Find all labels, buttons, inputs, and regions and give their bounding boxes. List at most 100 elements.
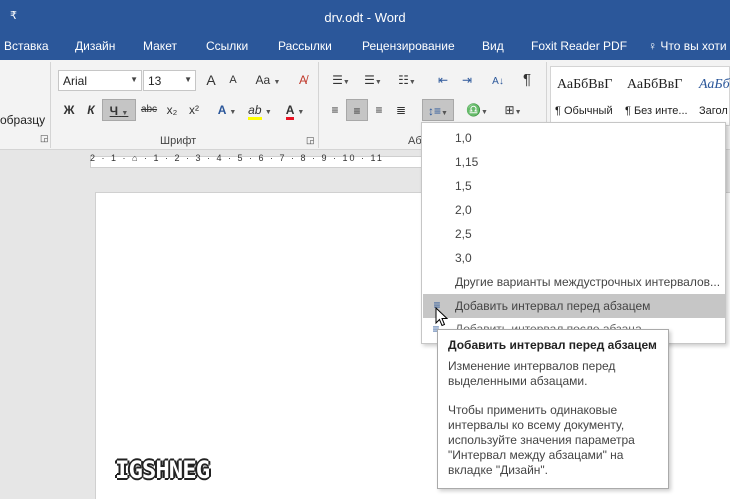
tooltip-detail: Чтобы применить одинаковые интервалы ко … [448, 403, 635, 477]
decrease-indent-button[interactable]: ⇤ [432, 69, 454, 91]
shrink-font-button[interactable]: A [222, 69, 244, 91]
font-launcher-icon[interactable]: ◲ [306, 135, 315, 146]
tab-foxit[interactable]: Foxit Reader PDF [531, 39, 627, 53]
font-size-combo[interactable]: 13 ▼ [143, 70, 196, 91]
increase-indent-button[interactable]: ⇥ [456, 69, 478, 91]
ribbon-tabs: Вставка Дизайн Макет Ссылки Рассылки Рец… [0, 33, 730, 60]
borders-icon: ⊞ [504, 103, 515, 117]
font-shrink-icon: A [229, 74, 237, 86]
style-heading-preview[interactable]: АаБб [699, 77, 730, 93]
line-spacing-option[interactable]: 1,0 [455, 131, 472, 145]
styles-gallery: АаБбВвГ ¶ Обычный АаБбВвГ ¶ Без инте... … [550, 66, 730, 126]
font-size-value: 13 [148, 74, 162, 88]
align-right-icon: ≡ [375, 103, 383, 117]
watermark-logo: IGSHNEG [115, 456, 210, 484]
style-nospacing-preview[interactable]: АаБбВвГ [627, 77, 682, 93]
grow-font-button[interactable]: A [200, 69, 222, 91]
justify-icon: ≣ [395, 103, 407, 117]
subscript-button[interactable]: x₂ [161, 99, 183, 121]
superscript-button[interactable]: x² [183, 99, 205, 121]
add-space-before-item[interactable]: ≡ Добавить интервал перед абзацем [423, 294, 725, 318]
font-color-button[interactable]: A ▼ [280, 99, 310, 121]
underline-icon: Ч [109, 104, 119, 118]
group-separator [50, 62, 51, 148]
lightbulb-icon: ♀ [648, 39, 657, 53]
tooltip: Добавить интервал перед абзацем Изменени… [437, 329, 669, 489]
text-effects-icon: A [217, 103, 226, 117]
align-left-button[interactable]: ≡ [324, 99, 346, 121]
line-spacing-button[interactable]: ↕≡▼ [422, 99, 454, 121]
line-spacing-option[interactable]: 2,0 [455, 203, 472, 217]
line-spacing-menu: 1,0 1,15 1,5 2,0 2,5 3,0 Другие варианты… [421, 122, 726, 344]
highlight-button[interactable]: ab ▼ [245, 99, 275, 121]
change-case-button[interactable]: Aa ▼ [252, 69, 284, 91]
title-bar: ₹ drv.odt - Word [0, 0, 730, 33]
italic-icon: К [87, 103, 95, 117]
italic-button[interactable]: К [80, 99, 102, 121]
style-normal-preview[interactable]: АаБбВвГ [557, 77, 612, 93]
window-title: drv.odt - Word [324, 10, 406, 25]
ruler-scale: 2 · 1 · ⌂ · 1 · 2 · 3 · 4 · 5 · 6 · 7 · … [90, 153, 384, 163]
highlighter-icon: ab [248, 103, 262, 120]
strikethrough-icon: abc [140, 104, 158, 115]
tab-design[interactable]: Дизайн [75, 39, 115, 53]
superscript-icon: x² [189, 103, 199, 117]
subscript-icon: x₂ [166, 103, 178, 117]
chevron-down-icon: ▼ [184, 75, 192, 84]
tab-view[interactable]: Вид [482, 39, 504, 53]
tab-references[interactable]: Ссылки [206, 39, 248, 53]
multilevel-list-icon: ☷ [398, 73, 409, 87]
tell-me-box[interactable]: ♀ Что вы хоти [648, 39, 727, 53]
tab-mailings[interactable]: Рассылки [278, 39, 332, 53]
bullets-button[interactable]: ☰▼ [326, 69, 356, 91]
sort-icon: A↓ [492, 76, 504, 87]
align-center-icon: ≡ [353, 104, 361, 118]
paragraph-group-label: Аб [408, 135, 422, 147]
style-normal-label[interactable]: ¶ Обычный [555, 105, 613, 117]
style-heading-label[interactable]: Загол [699, 105, 728, 117]
line-spacing-icon: ↕≡ [428, 104, 442, 118]
add-space-before-label: Добавить интервал перед абзацем [455, 299, 651, 313]
clear-formatting-button[interactable]: A̸ [292, 69, 314, 91]
eraser-icon: A̸ [298, 73, 307, 87]
decrease-indent-icon: ⇤ [437, 73, 449, 87]
mouse-cursor-icon [435, 307, 449, 327]
pilcrow-icon: ¶ [522, 71, 532, 88]
bullet-list-icon: ☰ [332, 73, 343, 87]
increase-indent-icon: ⇥ [461, 73, 473, 87]
text-effects-button[interactable]: A ▼ [212, 99, 242, 121]
bold-icon: Ж [63, 103, 75, 117]
borders-button[interactable]: ⊞▼ [498, 99, 528, 121]
show-marks-button[interactable]: ¶ [516, 69, 538, 91]
style-nospacing-label[interactable]: ¶ Без инте... [625, 105, 688, 117]
strikethrough-button[interactable]: abc [138, 99, 160, 121]
justify-button[interactable]: ≣ [390, 99, 412, 121]
line-spacing-option[interactable]: 1,5 [455, 179, 472, 193]
line-spacing-option[interactable]: 3,0 [455, 251, 472, 265]
tab-insert[interactable]: Вставка [4, 39, 49, 53]
line-spacing-option[interactable]: 2,5 [455, 227, 472, 241]
align-left-icon: ≡ [331, 103, 339, 117]
clipboard-launcher-icon[interactable]: ◲ [40, 133, 49, 144]
more-line-spacing-options[interactable]: Другие варианты междустрочных интервалов… [455, 275, 720, 289]
shading-button[interactable]: ♎▼ [462, 99, 492, 121]
case-icon: Aa [255, 73, 271, 87]
tab-review[interactable]: Рецензирование [362, 39, 455, 53]
underline-button[interactable]: Ч ▼ [102, 99, 136, 121]
sort-button[interactable]: A↓ [487, 69, 509, 91]
format-painter-label[interactable]: образцу [0, 113, 45, 127]
font-name-combo[interactable]: Arial ▼ [58, 70, 142, 91]
line-spacing-option[interactable]: 1,15 [455, 155, 478, 169]
font-group-label: Шрифт [160, 135, 197, 147]
numbered-list-icon: ☰ [364, 73, 375, 87]
chevron-down-icon: ▼ [130, 75, 138, 84]
align-center-button[interactable]: ≡ [346, 99, 368, 121]
tab-layout[interactable]: Макет [143, 39, 177, 53]
font-name-value: Arial [63, 74, 88, 88]
tooltip-description: Изменение интервалов перед выделенными а… [448, 359, 616, 388]
multilevel-list-button[interactable]: ☷▼ [392, 69, 422, 91]
align-right-button[interactable]: ≡ [368, 99, 390, 121]
numbering-button[interactable]: ☰▼ [358, 69, 388, 91]
bold-button[interactable]: Ж [58, 99, 80, 121]
tell-me-text: Что вы хоти [660, 39, 727, 53]
